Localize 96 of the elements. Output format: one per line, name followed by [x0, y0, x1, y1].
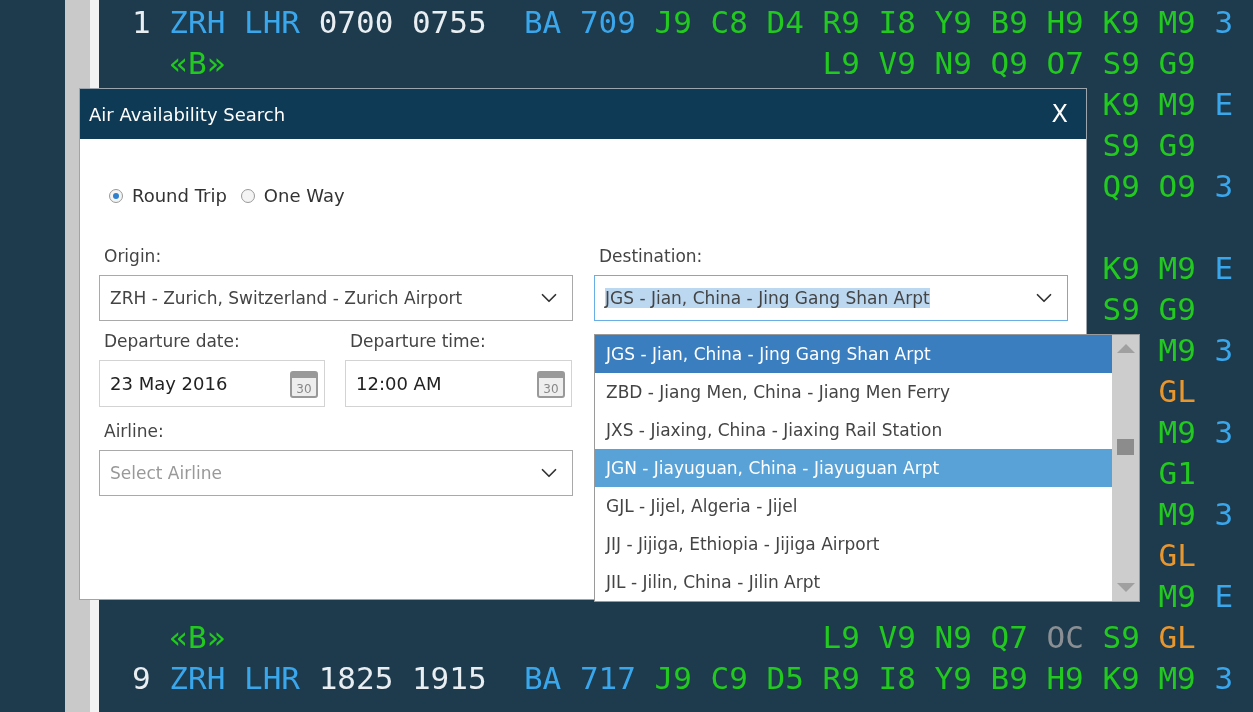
- booking-class: M9: [1158, 85, 1196, 124]
- departure-time: 1825: [318, 659, 394, 698]
- booking-class: V9: [878, 44, 916, 83]
- origin-code: ZRH: [169, 3, 226, 42]
- booking-class: M9: [1158, 577, 1196, 616]
- dropdown-option[interactable]: JGS - Jian, China - Jing Gang Shan Arpt: [595, 335, 1112, 373]
- scrollbar[interactable]: [1112, 335, 1139, 601]
- booking-class: C8: [710, 3, 748, 42]
- scroll-down-icon[interactable]: [1116, 583, 1135, 592]
- booking-class: L9: [822, 44, 860, 83]
- arrival-time: 1915: [411, 659, 487, 698]
- booking-class: H9: [1046, 3, 1084, 42]
- line-number: 1: [132, 3, 151, 42]
- dialog-title: Air Availability Search: [89, 103, 286, 125]
- carrier-code: BA: [523, 659, 562, 698]
- booking-class: B9: [990, 659, 1028, 698]
- booking-class: M9: [1158, 3, 1196, 42]
- destination-code: LHR: [244, 659, 300, 698]
- booking-class: S9: [1102, 290, 1140, 329]
- field-label: Origin:: [104, 246, 163, 266]
- booking-class: M9: [1158, 659, 1196, 698]
- radio-button[interactable]: [109, 188, 123, 203]
- field-label: Departure time:: [350, 331, 487, 351]
- seat-count: E: [1214, 577, 1234, 616]
- booking-class: M9: [1158, 331, 1196, 370]
- booking-class: G9: [1158, 44, 1196, 83]
- seat-count: 3: [1214, 659, 1234, 698]
- radio-label[interactable]: One Way: [263, 185, 345, 206]
- flight-number: 717: [579, 659, 636, 698]
- radio-button[interactable]: [240, 188, 255, 203]
- field-label: Departure date:: [104, 331, 241, 351]
- seat-count: 3: [1214, 3, 1234, 42]
- booking-class: H9: [1046, 659, 1084, 698]
- booking-class: O9: [1158, 167, 1196, 206]
- booking-class: G1: [1158, 454, 1196, 493]
- booking-class: S9: [1102, 126, 1140, 165]
- time-field[interactable]: 12:00 AM 30: [345, 360, 572, 407]
- booking-class: G9: [1158, 126, 1196, 165]
- booking-class: J9: [654, 659, 692, 698]
- booking-class: V9: [878, 618, 916, 657]
- booking-marker: «B»: [169, 44, 226, 83]
- booking-class: GL: [1158, 536, 1196, 575]
- flight-number: 709: [579, 3, 636, 42]
- field-label: Destination:: [599, 246, 704, 266]
- seat-count: E: [1214, 85, 1234, 124]
- scroll-thumb[interactable]: [1117, 439, 1134, 455]
- booking-class: M9: [1158, 495, 1196, 534]
- booking-class: L9: [822, 618, 860, 657]
- booking-class: Q7: [990, 618, 1028, 657]
- booking-class: I8: [878, 3, 916, 42]
- departure-time: 0700: [318, 3, 394, 42]
- booking-class: Q9: [1102, 167, 1140, 206]
- booking-class: C9: [710, 659, 748, 698]
- destination-code: LHR: [244, 3, 300, 42]
- booking-class: S9: [1102, 618, 1140, 657]
- booking-class: S9: [1102, 44, 1140, 83]
- line-number: 9: [132, 659, 151, 698]
- field-label: Airline:: [104, 421, 165, 441]
- seat-count: 3: [1214, 413, 1234, 452]
- booking-class: M9: [1158, 249, 1196, 288]
- booking-class: R9: [822, 659, 860, 698]
- arrival-time: 0755: [411, 3, 487, 42]
- seat-count: E: [1214, 249, 1234, 288]
- booking-marker: «B»: [169, 618, 226, 657]
- booking-class: G9: [1158, 290, 1196, 329]
- date-field[interactable]: 23 May 2016 30: [99, 360, 325, 407]
- booking-class: D5: [766, 659, 804, 698]
- seat-count: 3: [1214, 495, 1234, 534]
- carrier-code: BA: [523, 3, 562, 42]
- booking-class: Y9: [934, 659, 972, 698]
- booking-class: GL: [1158, 618, 1196, 657]
- origin-select[interactable]: ZRH - Zurich, Switzerland - Zurich Airport: [99, 275, 573, 321]
- booking-class: Y9: [934, 3, 972, 42]
- booking-class: N9: [934, 44, 972, 83]
- booking-class: K9: [1102, 3, 1140, 42]
- booking-class: M9: [1158, 413, 1196, 452]
- booking-class: J9: [654, 3, 692, 42]
- scroll-up-icon[interactable]: [1116, 344, 1135, 353]
- booking-class: GL: [1158, 372, 1196, 411]
- booking-class: K9: [1102, 249, 1140, 288]
- origin-code: ZRH: [169, 659, 226, 698]
- booking-class: I8: [878, 659, 916, 698]
- booking-class: D4: [766, 3, 804, 42]
- booking-class: N9: [934, 618, 972, 657]
- radio-label[interactable]: Round Trip: [132, 185, 227, 206]
- booking-class: B9: [990, 3, 1028, 42]
- booking-class: O7: [1046, 44, 1084, 83]
- destination-select[interactable]: JGS - Jian, China - Jing Gang Shan Arpt: [594, 275, 1068, 321]
- booking-class: K9: [1102, 85, 1140, 124]
- booking-class: R9: [822, 3, 860, 42]
- booking-class: K9: [1102, 659, 1140, 698]
- booking-class: Q9: [990, 44, 1028, 83]
- booking-class: OC: [1046, 618, 1084, 657]
- seat-count: 3: [1214, 331, 1234, 370]
- seat-count: 3: [1214, 167, 1234, 206]
- close-button[interactable]: X: [1047, 100, 1072, 128]
